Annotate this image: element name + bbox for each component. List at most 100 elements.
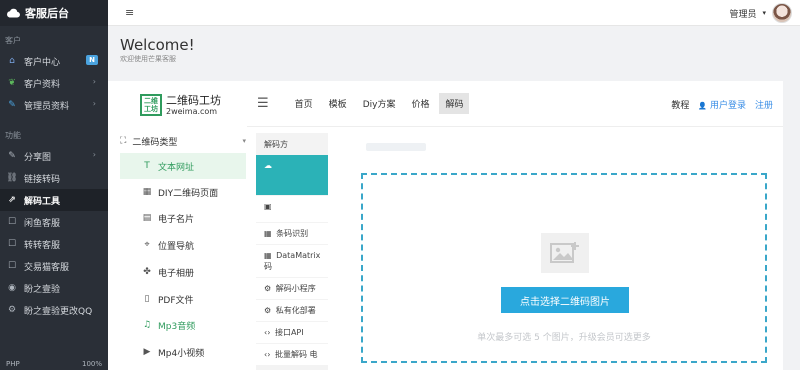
category-text-url[interactable]: T 文本网址	[120, 153, 246, 179]
decoder-label: 接口API	[274, 328, 304, 337]
category-label: PDF文件	[158, 295, 194, 306]
home-icon: ⌂	[9, 56, 15, 66]
sidebar-footer: PHP 100%	[0, 360, 108, 370]
decoder-header: 解码方	[264, 139, 288, 149]
sidebar-item-label: 链接转码	[24, 174, 61, 185]
sidebar-item-link-transcode[interactable]: ⛓ 链接转码	[0, 167, 108, 189]
music-icon: ♫	[142, 320, 152, 330]
site-logo[interactable]: 二维 工坊 二维码工坊 2weima.com	[140, 94, 221, 116]
video-icon: ▶	[143, 347, 151, 357]
decoder-barcode[interactable]: ▦ 条码识别	[256, 223, 328, 244]
sidebar-item-label: 转转客服	[24, 240, 61, 251]
category-mp3[interactable]: ♫ Mp3音频	[120, 312, 246, 338]
sidebar-item-customer-center[interactable]: ⌂ 客户中心 N	[0, 50, 108, 72]
select-qr-image-button[interactable]: 点击选择二维码图片	[501, 287, 629, 313]
sidebar-item-label: 分享图	[24, 152, 52, 163]
decoder-label: 解码小程序	[275, 284, 316, 293]
site-nav-decode[interactable]: 解码	[439, 93, 470, 114]
decoder-datamatrix[interactable]: ▦ DataMatrix码	[256, 245, 328, 277]
register-link[interactable]: 注册	[755, 98, 773, 111]
location-icon: ⌖	[144, 240, 150, 250]
site-nav: ☰ 首页 模板 Diy方案 价格 解码 教程 👤 用户登录 注册	[247, 81, 783, 127]
chat-icon: ☐	[7, 261, 17, 271]
category-label: Mp3音频	[158, 321, 196, 332]
category-label: DIY二维码页面	[158, 188, 219, 199]
category-diy-page[interactable]: ▦ DIY二维码页面	[120, 179, 246, 205]
leaf-icon: ❦	[8, 78, 16, 88]
decoder-api[interactable]: ‹› 接口API	[256, 322, 328, 343]
logo-subtitle: 2weima.com	[166, 106, 218, 116]
category-pdf[interactable]: ▯ PDF文件	[120, 286, 246, 312]
image-icon: ▣	[264, 202, 272, 211]
section-label-functions: 功能	[5, 131, 21, 140]
user-icon: 👤	[698, 102, 708, 110]
sidebar-item-label: 客户资料	[24, 79, 61, 90]
upload-dropzone[interactable]: 点击选择二维码图片 单次最多可选 5 个图片，升级会员可选更多	[361, 173, 767, 363]
chevron-right-icon: ›	[92, 77, 96, 86]
category-mp4[interactable]: ▶ Mp4小视频	[120, 339, 246, 365]
decoder-label: 条码识别	[276, 229, 309, 238]
category-label: 电子名片	[158, 214, 195, 225]
decoder-mini-program[interactable]: ⚙ 解码小程序	[256, 278, 328, 299]
sidebar-item-share-image[interactable]: ✎ 分享图 ›	[0, 145, 108, 167]
sidebar-item-zhuanzhuan[interactable]: ☐ 转转客服	[0, 233, 108, 255]
barcode-icon: ▦	[264, 229, 272, 238]
hamburger-icon[interactable]: ☰	[257, 96, 269, 111]
card-icon: ▤	[142, 213, 152, 223]
topbar: ≡ 管理员 ▾	[108, 0, 800, 26]
qr-type-header[interactable]: ⛶ 二维码类型 ▾	[120, 133, 246, 149]
upload-title-placeholder	[366, 143, 426, 151]
tutorial-link[interactable]: 教程	[671, 98, 689, 111]
sidebar-item-label: 闲鱼客服	[24, 218, 61, 229]
cloud-upload-icon: ☁	[264, 161, 272, 170]
decoder-label: 批量解码 电	[274, 350, 318, 359]
page-title: Welcome!	[120, 36, 195, 54]
decoder-batch[interactable]: ‹› 批量解码 电	[256, 344, 328, 365]
category-album[interactable]: ✤ 电子相册	[120, 259, 246, 285]
page-subtitle: 欢迎使用芒果客服	[120, 55, 176, 63]
sidebar-item-panzhi-qq[interactable]: ⚙ 盼之壹验更改QQ	[0, 299, 108, 321]
grid-icon: ▦	[142, 187, 152, 197]
sidebar-item-jiaoyimao[interactable]: ☐ 交易猫客服	[0, 255, 108, 277]
code-icon: ‹›	[264, 328, 271, 337]
site-nav-home[interactable]: 首页	[289, 93, 319, 114]
decoder-list: 解码方 ☁ ▣ ▦ 条码识别 ▦ DataMatrix码 ⚙ 解码小程序 ⚙ 私…	[256, 133, 328, 370]
category-label: Mp4小视频	[158, 348, 205, 359]
file-icon: ▯	[144, 294, 150, 304]
sidebar-item-label: 解码工具	[24, 196, 61, 207]
site-account-links: 教程 👤 用户登录 注册	[671, 98, 773, 111]
site-nav-pricing[interactable]: 价格	[405, 93, 435, 114]
add-image-icon	[541, 233, 589, 273]
site-nav-diy[interactable]: Diy方案	[357, 93, 402, 114]
login-link[interactable]: 👤 用户登录	[698, 98, 746, 111]
external-link-icon: ⇗	[8, 195, 16, 205]
album-icon: ✤	[143, 267, 151, 277]
sidebar-item-label: 管理员资料	[24, 101, 70, 112]
qr-type-label: 二维码类型	[132, 137, 178, 148]
sidebar-item-panzhi[interactable]: ◉ 盼之壹验	[0, 277, 108, 299]
chevron-right-icon: ›	[92, 99, 96, 108]
upload-hint: 单次最多可选 5 个图片，升级会员可选更多	[477, 333, 651, 343]
sidebar-item-label: 交易猫客服	[24, 262, 70, 273]
brand[interactable]: 客服后台	[0, 0, 108, 26]
avatar	[772, 3, 792, 23]
user-menu[interactable]: 管理员 ▾	[729, 3, 792, 23]
category-location[interactable]: ⌖ 位置导航	[120, 232, 246, 258]
footer-left: PHP	[6, 360, 20, 368]
decoder-private-deploy[interactable]: ⚙ 私有化部署	[256, 300, 328, 321]
site-nav-templates[interactable]: 模板	[323, 93, 353, 114]
menu-toggle-icon[interactable]: ≡	[125, 6, 134, 19]
chevron-right-icon: ›	[92, 150, 96, 159]
sidebar-item-admin-info[interactable]: ✎ 管理员资料 ›	[0, 94, 108, 116]
category-business-card[interactable]: ▤ 电子名片	[120, 205, 246, 231]
chat-icon: ☐	[7, 239, 17, 249]
user-label: 管理员	[729, 9, 757, 20]
category-label: 电子相册	[158, 268, 195, 279]
sidebar-item-customer-info[interactable]: ❦ 客户资料 ›	[0, 72, 108, 94]
sidebar-item-xianyu[interactable]: ☐ 闲鱼客服	[0, 211, 108, 233]
decoder-upload-image[interactable]: ☁	[256, 155, 328, 195]
sidebar-item-decode-tool[interactable]: ⇗ 解码工具	[0, 189, 108, 211]
decoder-item[interactable]: ▣	[256, 196, 328, 222]
logo-title: 二维码工坊	[166, 93, 221, 107]
gear-icon: ⚙	[264, 306, 272, 315]
